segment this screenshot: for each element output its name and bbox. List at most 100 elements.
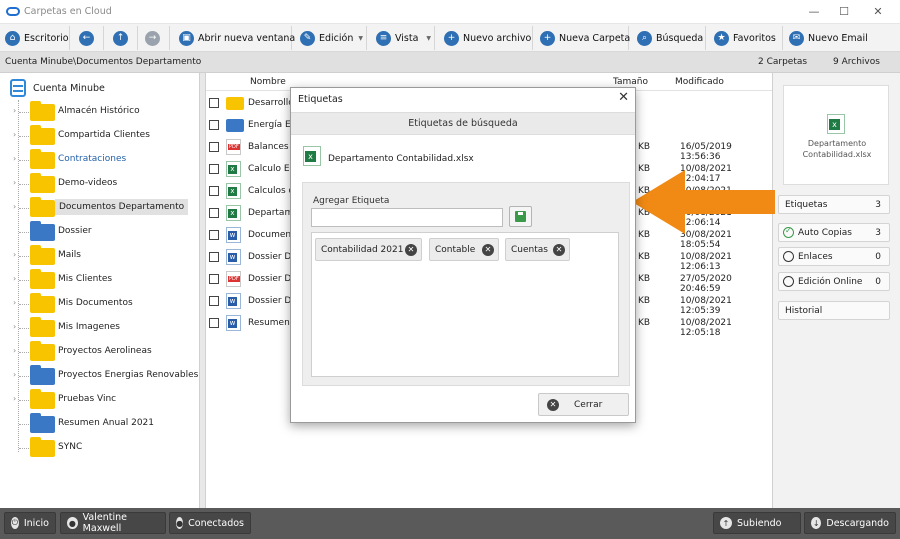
chevron-right-icon[interactable]: › [13, 346, 16, 355]
chevron-right-icon[interactable]: › [13, 178, 16, 187]
tag-chip: Cuentas ✕ [505, 238, 570, 261]
save-icon[interactable] [509, 206, 532, 227]
chevron-right-icon[interactable]: › [13, 202, 16, 211]
tag-panel: Agregar Etiqueta Contabilidad 2021 ✕ Con… [302, 182, 630, 386]
tree-item[interactable]: › Compartida Clientes [0, 125, 200, 147]
excel-file-icon [827, 114, 845, 134]
forward-button[interactable]: → [142, 26, 170, 50]
maximize-button[interactable]: ☐ [835, 4, 853, 20]
tag-chip: Contabilidad 2021 ✕ [315, 238, 422, 261]
tree-item-selected[interactable]: › Documentos Departamento [0, 197, 200, 219]
folder-icon [30, 293, 55, 313]
chevron-right-icon[interactable]: › [13, 154, 16, 163]
list-icon: ≡ [376, 30, 391, 46]
minimize-button[interactable]: — [805, 4, 823, 20]
auto-copias-button[interactable]: Auto Copias 3 [778, 223, 890, 242]
chevron-right-icon[interactable]: › [13, 130, 16, 139]
nueva-carpeta-button[interactable]: + Nueva Carpeta [537, 26, 630, 50]
excel-file-icon [226, 205, 241, 221]
remove-tag-icon[interactable]: ✕ [405, 244, 417, 256]
back-button[interactable]: ← [76, 26, 104, 50]
folder-icon [30, 245, 55, 265]
folder-icon [30, 221, 55, 241]
chevron-right-icon[interactable]: › [13, 274, 16, 283]
tree-item[interactable]: › Almacén Histórico [0, 101, 200, 123]
busqueda-button[interactable]: ⌕ Búsqueda [634, 26, 706, 50]
conectados-button[interactable]: ● Conectados [169, 512, 251, 534]
chevron-right-icon[interactable]: › [13, 370, 16, 379]
home-icon: ⌂ [5, 30, 20, 46]
chevron-right-icon[interactable]: › [13, 298, 16, 307]
remove-tag-icon[interactable]: ✕ [482, 244, 494, 256]
tree-item[interactable]: › Demo-videos [0, 173, 200, 195]
tree-item[interactable]: › Mis Documentos [0, 293, 200, 315]
chevron-right-icon[interactable]: › [13, 394, 16, 403]
tree-item[interactable]: Dossier [0, 221, 200, 243]
toolbar: ⌂ Escritorio ← ↑ → ▣ Abrir nueva ventana… [0, 24, 900, 52]
folder-icon [226, 119, 244, 132]
dialog-file-name: Departamento Contabilidad.xlsx [328, 154, 474, 164]
tree-item[interactable]: › Proyectos Energias Renovables [0, 365, 200, 387]
dialog-title: Etiquetas [298, 94, 343, 105]
tag-list: Contabilidad 2021 ✕ Contable ✕ Cuentas ✕ [311, 232, 619, 377]
cerrar-button[interactable]: ✕ Cerrar [538, 393, 629, 416]
row-checkbox[interactable] [209, 164, 219, 174]
favoritos-button[interactable]: ★ Favoritos [711, 26, 783, 50]
row-checkbox[interactable] [209, 142, 219, 152]
subiendo-button[interactable]: ↑ Subiendo [713, 512, 801, 534]
tree-item[interactable]: › Mails [0, 245, 200, 267]
row-checkbox[interactable] [209, 252, 219, 262]
folder-icon [30, 101, 55, 121]
row-checkbox[interactable] [209, 318, 219, 328]
remove-tag-icon[interactable]: ✕ [553, 244, 565, 256]
row-checkbox[interactable] [209, 120, 219, 130]
pdf-file-icon [226, 271, 241, 287]
close-window-button[interactable]: ✕ [869, 4, 887, 20]
row-checkbox[interactable] [209, 274, 219, 284]
escritorio-button[interactable]: ⌂ Escritorio [2, 26, 70, 50]
row-checkbox[interactable] [209, 186, 219, 196]
abrir-ventana-button[interactable]: ▣ Abrir nueva ventana [176, 26, 295, 50]
vista-button[interactable]: ≡ Vista ▼ [373, 26, 435, 50]
up-button[interactable]: ↑ [110, 26, 138, 50]
chevron-right-icon[interactable]: › [13, 250, 16, 259]
tree-item[interactable]: › Pruebas Vinc [0, 389, 200, 411]
edicion-online-button[interactable]: Edición Online 0 [778, 272, 890, 291]
historial-button[interactable]: Historial [778, 301, 890, 320]
tree-item[interactable]: SYNC [0, 437, 200, 459]
dialog-close-icon[interactable]: ✕ [618, 90, 629, 105]
row-checkbox[interactable] [209, 208, 219, 218]
folder-icon [226, 97, 244, 110]
inicio-button[interactable]: ⏻ Inicio [4, 512, 56, 534]
tree-item[interactable]: Resumen Anual 2021 [0, 413, 200, 435]
word-file-icon [226, 227, 241, 243]
circle-icon [783, 276, 794, 287]
add-tag-label: Agregar Etiqueta [313, 196, 390, 206]
edicion-button[interactable]: ✎ Edición ▼ [297, 26, 367, 50]
chevron-right-icon[interactable]: › [13, 106, 16, 115]
tree-item[interactable]: › Contrataciones [0, 149, 200, 171]
column-name[interactable]: Nombre [250, 77, 286, 87]
column-size[interactable]: Tamaño [613, 77, 648, 87]
preview-file-name: Departamento Contabilidad.xlsx [802, 139, 872, 159]
tree-root[interactable]: Cuenta Minube [10, 79, 105, 97]
row-checkbox[interactable] [209, 98, 219, 108]
etiquetas-button[interactable]: Etiquetas 3 [778, 195, 890, 214]
column-modified[interactable]: Modificado [675, 77, 724, 87]
user-button[interactable]: ● Valentine Maxwell [60, 512, 166, 534]
nuevo-email-button[interactable]: ✉ Nuevo Email [786, 26, 868, 50]
tree-item[interactable]: › Proyectos Aerolineas [0, 341, 200, 363]
tag-input[interactable] [312, 209, 502, 226]
nuevo-archivo-button[interactable]: + Nuevo archivo [441, 26, 533, 50]
circle-icon [783, 251, 794, 262]
row-checkbox[interactable] [209, 296, 219, 306]
descargando-button[interactable]: ↓ Descargando [804, 512, 896, 534]
tree-item[interactable]: › Mis Imagenes [0, 317, 200, 339]
upload-icon: ↑ [720, 517, 732, 529]
user-icon: ● [67, 517, 78, 529]
arrow-left-icon: ← [79, 30, 94, 46]
enlaces-button[interactable]: Enlaces 0 [778, 247, 890, 266]
row-checkbox[interactable] [209, 230, 219, 240]
chevron-right-icon[interactable]: › [13, 322, 16, 331]
tree-item[interactable]: › Mis Clientes [0, 269, 200, 291]
